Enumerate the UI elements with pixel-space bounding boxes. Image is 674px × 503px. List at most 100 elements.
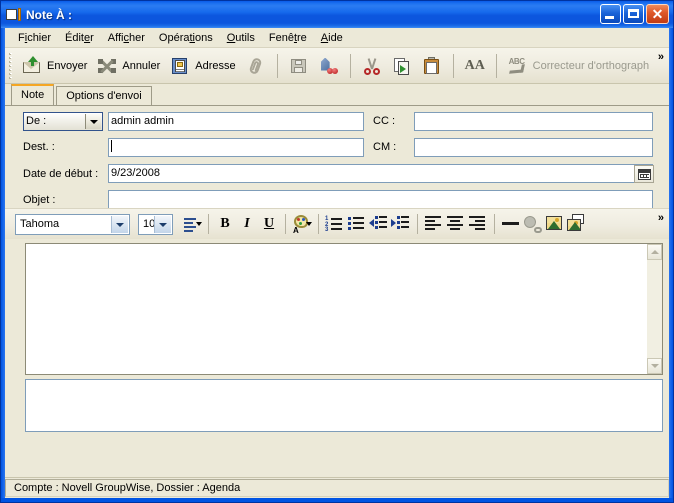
increase-indent-icon <box>390 213 412 235</box>
menu-editer[interactable]: Éditer <box>58 31 101 45</box>
italic-button[interactable]: I <box>236 213 258 235</box>
align-right-icon <box>467 213 489 235</box>
format-overflow-button[interactable]: » <box>658 212 664 224</box>
menu-outils[interactable]: Outils <box>220 31 262 45</box>
bulleted-list-icon <box>346 213 368 235</box>
increase-indent-button[interactable] <box>390 213 412 235</box>
priority-button[interactable] <box>314 52 344 80</box>
close-icon: ✕ <box>651 6 664 22</box>
horizontal-rule-button[interactable] <box>500 213 522 235</box>
window-controls: ✕ <box>600 4 669 24</box>
status-bar: Compte : Novell GroupWise, Dossier : Age… <box>5 477 669 498</box>
maximize-button[interactable] <box>623 4 644 24</box>
toolbar-grip[interactable] <box>9 52 13 79</box>
priority-icon <box>319 56 339 76</box>
tab-note[interactable]: Note <box>11 84 55 105</box>
send-icon <box>22 55 42 76</box>
calendar-picker-button[interactable] <box>634 165 654 183</box>
chevron-down-icon[interactable] <box>85 114 101 129</box>
cancel-button[interactable]: Annuler <box>92 52 165 80</box>
bold-button[interactable]: B <box>214 213 236 235</box>
to-label: Dest. : <box>23 141 55 153</box>
calendar-icon <box>638 169 651 180</box>
title-bar[interactable]: Note À : ✕ <box>1 1 673 28</box>
scroll-down-icon[interactable] <box>647 358 662 374</box>
save-draft-button[interactable] <box>284 52 314 80</box>
format-separator-2 <box>285 214 286 234</box>
chevron-down-icon[interactable] <box>306 222 312 226</box>
insert-link-button[interactable] <box>522 213 544 235</box>
font-button[interactable]: AA <box>460 52 490 80</box>
numbered-list-icon: 123 <box>324 213 346 235</box>
bcc-field[interactable] <box>414 138 653 157</box>
bcc-label: CM : <box>373 141 397 153</box>
menu-operations[interactable]: Opérations <box>152 31 220 45</box>
menu-fichier[interactable]: Fichier <box>11 31 58 45</box>
align-center-button[interactable] <box>445 213 467 235</box>
chevron-down-icon[interactable] <box>196 222 202 226</box>
copy-icon <box>392 56 412 76</box>
font-family-combo[interactable]: Tahoma <box>15 213 130 235</box>
to-field[interactable] <box>108 138 364 157</box>
startdate-field[interactable]: 9/23/2008 <box>108 164 653 183</box>
close-button[interactable]: ✕ <box>646 4 669 24</box>
save-icon <box>289 56 309 76</box>
numbered-list-button[interactable]: 123 <box>324 213 346 235</box>
align-center-icon <box>445 213 467 235</box>
spellcheck-button[interactable]: ABC Correcteur d'orthograph <box>503 52 654 80</box>
toolbar-overflow-button[interactable]: » <box>658 51 664 63</box>
font-family-chevron-down-icon[interactable] <box>111 215 128 233</box>
cc-field[interactable] <box>414 112 653 131</box>
menu-aide[interactable]: Aide <box>314 31 350 45</box>
from-field[interactable]: admin admin <box>108 112 364 131</box>
attach-button[interactable] <box>241 52 271 80</box>
clipboard-icon <box>422 56 442 76</box>
align-left-button[interactable] <box>423 213 445 235</box>
link-icon <box>522 213 544 235</box>
tab-options-envoi[interactable]: Options d'envoi <box>56 86 152 105</box>
image-object-icon <box>566 213 588 235</box>
font-family-value: Tahoma <box>20 217 60 230</box>
font-size-chevron-down-icon[interactable] <box>154 215 171 233</box>
toolbar-separator-4 <box>495 53 497 78</box>
window-border-bottom <box>1 498 673 502</box>
send-button-label: Envoyer <box>47 59 88 72</box>
decrease-indent-icon <box>368 213 390 235</box>
address-button[interactable]: Adresse <box>165 52 240 80</box>
scroll-up-icon[interactable] <box>647 244 662 260</box>
paste-button[interactable] <box>417 52 447 80</box>
decrease-indent-button[interactable] <box>368 213 390 235</box>
cut-button[interactable] <box>357 52 387 80</box>
subject-label: Objet : <box>23 194 56 206</box>
attachment-pane[interactable] <box>25 379 663 432</box>
scissors-icon <box>362 56 382 76</box>
copy-button[interactable] <box>387 52 417 80</box>
message-body-area <box>25 243 663 375</box>
format-separator-4 <box>417 214 418 234</box>
menu-fenetre[interactable]: Fenêtre <box>262 31 314 45</box>
text-caret <box>111 140 112 152</box>
text-color-button[interactable]: A <box>291 213 313 235</box>
from-type-combo[interactable]: De : <box>23 112 103 131</box>
paragraph-style-button[interactable] <box>181 213 203 235</box>
minimize-button[interactable] <box>600 4 621 24</box>
paperclip-icon <box>246 56 266 76</box>
address-book-icon <box>170 56 190 76</box>
font-size-combo[interactable]: 10 <box>138 213 173 235</box>
insert-object-button[interactable] <box>566 213 588 235</box>
align-right-button[interactable] <box>467 213 489 235</box>
tab-strip: Note Options d'envoi <box>5 84 669 105</box>
address-button-label: Adresse <box>195 59 236 72</box>
menu-afficher[interactable]: Afficher <box>101 31 152 45</box>
toolbar-separator-2 <box>349 53 351 78</box>
window-title: Note À : <box>26 7 72 22</box>
insert-image-button[interactable] <box>544 213 566 235</box>
send-button[interactable]: Envoyer <box>17 52 92 80</box>
underline-button[interactable]: U <box>258 213 280 235</box>
bulleted-list-button[interactable] <box>346 213 368 235</box>
font-icon: AA <box>464 57 485 73</box>
message-body-scrollbar[interactable] <box>647 243 663 375</box>
spellcheck-icon: ABC <box>508 56 528 76</box>
subject-field[interactable] <box>108 190 653 209</box>
message-body-input[interactable] <box>25 243 647 375</box>
